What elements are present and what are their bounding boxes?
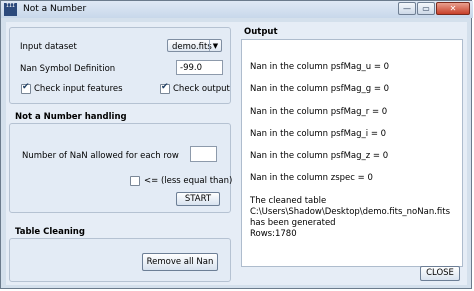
output-line: Nan in the column zspec = 0 [250, 173, 373, 183]
check-output-label: Check output [173, 84, 230, 94]
output-title: Output [244, 27, 278, 37]
output-line: has been generated [250, 218, 336, 228]
window-title: Not a Number [23, 4, 87, 14]
maximize-icon: ▭ [422, 4, 430, 13]
input-dataset-value: demo.fits [172, 42, 212, 52]
output-line: Rows:1780 [250, 229, 297, 239]
close-button[interactable]: CLOSE [420, 266, 460, 281]
title-bar[interactable]: III Not a Number — ▭ ✕ [1, 1, 473, 18]
input-dataset-label: Input dataset [20, 42, 77, 52]
window-close-button[interactable]: ✕ [436, 2, 470, 15]
client-area: Input dataset demo.fits ▼ Nan Symbol Def… [6, 22, 467, 285]
app-icon: III [4, 3, 17, 16]
input-dataset-select[interactable]: demo.fits ▼ [167, 39, 222, 52]
table-cleaning-title: Table Cleaning [15, 227, 85, 237]
chevron-down-icon[interactable]: ▼ [209, 40, 221, 51]
nan-allowed-field[interactable] [190, 146, 217, 162]
minimize-icon: — [403, 4, 411, 13]
remove-all-nan-button[interactable]: Remove all Nan [142, 253, 218, 271]
app-window: III Not a Number — ▭ ✕ Input dataset dem… [0, 0, 473, 289]
nan-symbol-label: Nan Symbol Definition [20, 64, 116, 74]
table-cleaning-panel: Remove all Nan [9, 238, 231, 282]
output-line: The cleaned table [250, 196, 327, 206]
output-text-area[interactable]: Nan in the column psfMag_u = 0 Nan in th… [241, 39, 463, 267]
output-line: Nan in the column psfMag_r = 0 [250, 107, 388, 117]
check-input-label: Check input features [34, 84, 123, 94]
check-output-checkbox[interactable] [160, 82, 170, 94]
nan-allowed-label: Number of NaN allowed for each row [22, 151, 179, 161]
less-equal-checkbox[interactable] [130, 176, 140, 186]
maximize-button[interactable]: ▭ [417, 2, 435, 15]
output-line: Nan in the column psfMag_u = 0 [250, 62, 390, 72]
minimize-button[interactable]: — [398, 2, 416, 15]
nan-handling-panel: Number of NaN allowed for each row <= (l… [9, 123, 233, 213]
check-input-checkbox[interactable] [21, 82, 31, 94]
start-button[interactable]: START [176, 192, 220, 206]
output-line: Nan in the column psfMag_z = 0 [250, 151, 389, 161]
output-line: C:\Users\Shadow\Desktop\demo.fits_noNan.… [250, 207, 451, 217]
less-equal-label: <= (less equal than) [144, 176, 233, 186]
nan-symbol-field[interactable]: -99.0 [176, 60, 223, 75]
output-line: Nan in the column psfMag_i = 0 [250, 129, 387, 139]
input-panel: Input dataset demo.fits ▼ Nan Symbol Def… [9, 27, 231, 104]
close-icon: ✕ [449, 4, 457, 13]
nan-handling-title: Not a Number handling [15, 112, 127, 122]
output-line: Nan in the column psfMag_g = 0 [250, 84, 390, 94]
app-icon-text: III [5, 3, 16, 9]
